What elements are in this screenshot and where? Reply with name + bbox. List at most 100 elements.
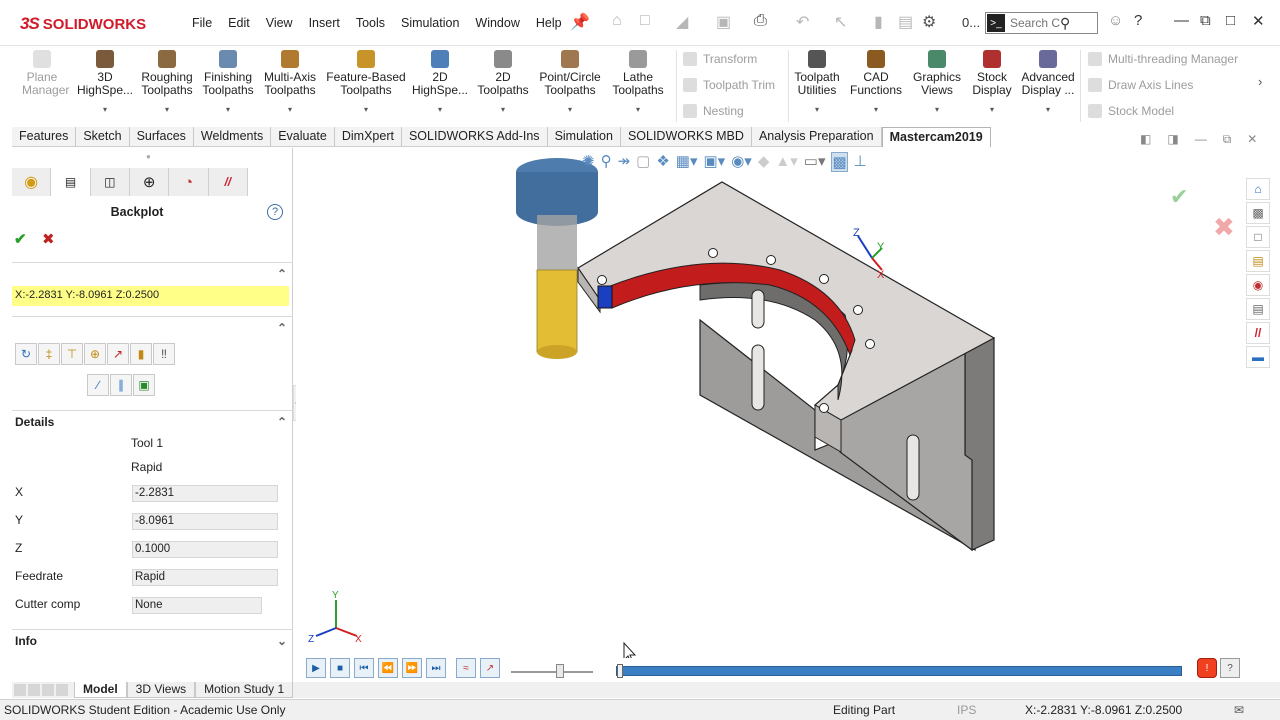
quick-verify-icon[interactable]: ▮	[130, 343, 152, 365]
file-properties-icon[interactable]: ▤	[898, 12, 913, 32]
panel-right-icon[interactable]: ◨	[1167, 132, 1178, 147]
tab-simulation[interactable]: Simulation	[548, 127, 621, 147]
save-icon[interactable]: ▣	[716, 12, 731, 32]
file-explorer-icon[interactable]: □	[1246, 226, 1270, 248]
info-section-header[interactable]: Info ⌄	[12, 629, 293, 651]
expand-chevron-icon[interactable]: ⌄	[277, 634, 287, 648]
ribbon-button[interactable]: Stock Display ▾	[966, 50, 1018, 116]
ribbon-button[interactable]: 3D HighSpe... ▾	[74, 50, 136, 116]
menu-edit[interactable]: Edit	[220, 14, 258, 32]
toolpath-trim-button[interactable]: Toolpath Trim	[683, 78, 775, 92]
new-document-icon[interactable]: □	[640, 12, 650, 30]
viewport-minimize-icon[interactable]: —	[1195, 132, 1207, 147]
solidworks-resources-icon[interactable]: ⌂	[1246, 178, 1270, 200]
close-icon[interactable]: ✕	[1252, 12, 1265, 30]
ribbon-button[interactable]: Finishing Toolpaths ▾	[198, 50, 258, 116]
solidworks-logo[interactable]: 3S SOLIDWORKS	[20, 8, 162, 40]
tab-model[interactable]: Model	[74, 682, 127, 698]
stock-model-button[interactable]: Stock Model	[1088, 104, 1174, 118]
stop-conditions-icon[interactable]: !	[1197, 658, 1217, 678]
stop-icon[interactable]: ■	[330, 658, 350, 678]
save-geometry-icon[interactable]: ▣	[133, 374, 155, 396]
ribbon-button[interactable]: Multi-Axis Toolpaths ▾	[258, 50, 322, 116]
ribbon-button[interactable]: 2D Toolpaths ▾	[470, 50, 536, 116]
last-tab-icon[interactable]	[56, 684, 68, 696]
controls-section-header[interactable]: ⌃	[12, 316, 293, 338]
display-endpoints-icon[interactable]: ↗	[107, 343, 129, 365]
cancel-x-icon[interactable]: ✖	[42, 230, 55, 248]
ribbon-overflow-chevron-icon[interactable]: ›	[1258, 74, 1262, 89]
dropdown-arrow-icon[interactable]: ▾	[908, 103, 966, 116]
3d-view-icon[interactable]: ▩	[831, 152, 848, 172]
backplot-progress-bar[interactable]	[616, 666, 1182, 676]
tab-analysis-preparation[interactable]: Analysis Preparation	[752, 127, 882, 147]
ribbon-button[interactable]: 2D HighSpe... ▾	[410, 50, 470, 116]
display-holder-icon[interactable]: ⊤	[61, 343, 83, 365]
step-back-icon[interactable]: ⏪	[378, 658, 398, 678]
view-palette-icon[interactable]: ▤	[1246, 250, 1270, 272]
gear-icon[interactable]: ⚙	[922, 12, 936, 32]
menu-simulation[interactable]: Simulation	[393, 14, 467, 32]
tab-features[interactable]: Features	[12, 127, 77, 147]
ribbon-button[interactable]: Graphics Views ▾	[908, 50, 966, 116]
dropdown-arrow-icon[interactable]: ▾	[74, 103, 136, 116]
first-tab-icon[interactable]	[14, 684, 26, 696]
dropdown-arrow-icon[interactable]: ▾	[966, 103, 1018, 116]
plane-manager-button[interactable]: Plane Manager	[22, 50, 69, 97]
viewport-close-icon[interactable]: ✕	[1247, 132, 1257, 147]
menu-window[interactable]: Window	[467, 14, 527, 32]
dropdown-arrow-icon[interactable]: ▾	[790, 103, 844, 116]
menu-help[interactable]: Help	[528, 14, 570, 32]
apply-scene-icon[interactable]: ▲▾	[775, 152, 797, 172]
open-folder-icon[interactable]: ◢	[676, 12, 688, 32]
rebuild-icon[interactable]: ▮	[874, 12, 883, 32]
refresh-icon[interactable]: ↻	[15, 343, 37, 365]
appearances-icon[interactable]: ◉	[1246, 274, 1270, 296]
tab-scroll-arrows[interactable]	[12, 682, 74, 698]
all-toolpaths-icon[interactable]: ∥	[110, 374, 132, 396]
maximize-icon[interactable]: □	[1226, 12, 1235, 29]
mastercam-manager-tab-icon[interactable]: //	[209, 168, 248, 196]
tab-weldments[interactable]: Weldments	[194, 127, 272, 147]
ribbon-button[interactable]: CAD Functions ▾	[844, 50, 908, 116]
dropdown-arrow-icon[interactable]: ▾	[604, 103, 672, 116]
graphics-viewport[interactable]: Z Y X Y X Z ✔ ✖	[296, 148, 1244, 664]
menu-file[interactable]: File	[184, 14, 220, 32]
draw-axis-lines-button[interactable]: Draw Axis Lines	[1088, 78, 1193, 92]
dropdown-arrow-icon[interactable]: ▾	[136, 103, 198, 116]
undo-icon[interactable]: ↶	[796, 12, 809, 32]
step-forward-icon[interactable]: ⏩	[402, 658, 422, 678]
tab-surfaces[interactable]: Surfaces	[130, 127, 194, 147]
backplot-help-icon[interactable]: ?	[1220, 658, 1240, 678]
hide-show-items-icon[interactable]: ◉▾	[731, 152, 752, 172]
ribbon-button[interactable]: Advanced Display ... ▾	[1018, 50, 1078, 116]
speed-slider-thumb[interactable]	[556, 664, 564, 678]
dropdown-arrow-icon[interactable]: ▾	[470, 103, 536, 116]
tab-dimxpert[interactable]: DimXpert	[335, 127, 402, 147]
print-icon[interactable]: ⎙	[754, 12, 767, 30]
mastercam-icon[interactable]: //	[1246, 322, 1270, 344]
go-to-end-icon[interactable]: ⏭	[426, 658, 446, 678]
ribbon-button[interactable]: Feature-Based Toolpaths ▾	[322, 50, 410, 116]
search-field[interactable]: >_ ⚲	[985, 12, 1098, 34]
collapse-chevron-icon[interactable]: ⌃	[277, 321, 287, 335]
status-units[interactable]: IPS	[957, 703, 976, 717]
tab-3d-views[interactable]: 3D Views	[126, 682, 196, 698]
display-rapid-icon[interactable]: ⊕	[84, 343, 106, 365]
configuration-manager-tab-icon[interactable]: ◫	[91, 168, 130, 196]
details-section-header[interactable]: Details ⌃	[12, 410, 293, 432]
section-view-icon[interactable]: ▢	[636, 152, 650, 172]
menu-view[interactable]: View	[258, 14, 301, 32]
dropdown-arrow-icon[interactable]: ▾	[844, 103, 908, 116]
edit-appearance-icon[interactable]: ◆	[758, 152, 770, 172]
dropdown-arrow-icon[interactable]: ▾	[322, 103, 410, 116]
pin-icon[interactable]: 📌	[570, 12, 590, 32]
dropdown-arrow-icon[interactable]: ▾	[258, 103, 322, 116]
ribbon-button[interactable]: Point/Circle Toolpaths ▾	[536, 50, 604, 116]
design-library-icon[interactable]: ▩	[1246, 202, 1270, 224]
collapse-chevron-icon[interactable]: ⌃	[277, 415, 287, 429]
track-toolpath-icon[interactable]: ∕	[87, 374, 109, 396]
panel-left-icon[interactable]: ◧	[1140, 132, 1151, 147]
tab-motion-study-1[interactable]: Motion Study 1	[195, 682, 294, 698]
custom-properties-icon[interactable]: ▤	[1246, 298, 1270, 320]
